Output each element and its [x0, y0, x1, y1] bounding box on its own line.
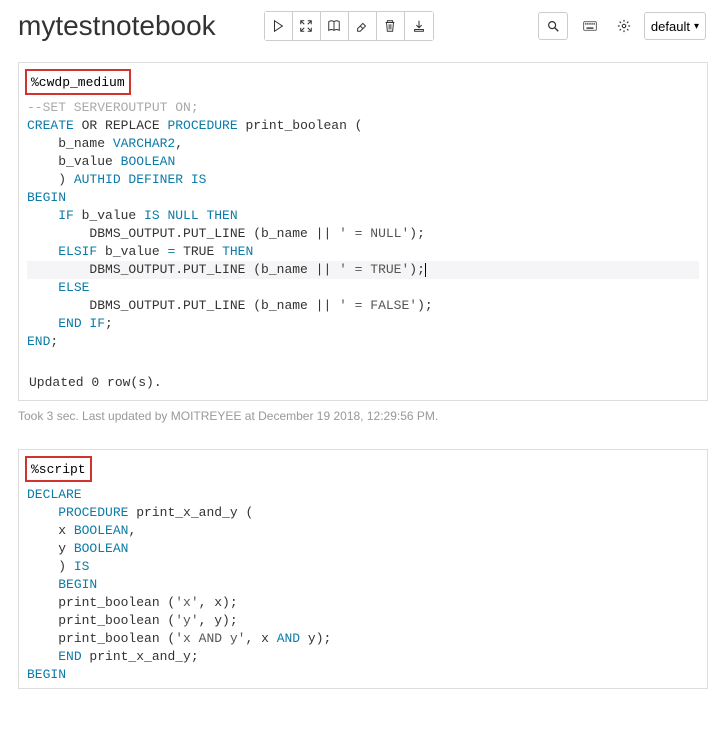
code-line: ) AUTHID DEFINER IS — [27, 171, 699, 189]
notebook-title: mytestnotebook — [18, 10, 216, 42]
code-line: print_boolean ('x', x); — [27, 594, 699, 612]
code-cell-1[interactable]: %cwdp_medium --SET SERVEROUTPUT ON;CREAT… — [18, 62, 708, 401]
keyboard-icon — [583, 19, 597, 33]
mode-dropdown[interactable]: default ▾ — [644, 12, 706, 40]
code-line: DBMS_OUTPUT.PUT_LINE (b_name || ' = FALS… — [27, 297, 699, 315]
code-line: DBMS_OUTPUT.PUT_LINE (b_name || ' = TRUE… — [27, 261, 699, 279]
code-line: IF b_value IS NULL THEN — [27, 207, 699, 225]
search-button[interactable] — [538, 12, 568, 40]
code-line: print_boolean ('x AND y', x AND y); — [27, 630, 699, 648]
code-editor-2[interactable]: DECLARE PROCEDURE print_x_and_y ( x BOOL… — [19, 482, 707, 688]
code-line: ELSE — [27, 279, 699, 297]
right-tool-group: default ▾ — [576, 12, 706, 40]
caret-down-icon: ▾ — [694, 21, 699, 32]
toolbar-execute-group — [264, 11, 434, 41]
code-line: ELSIF b_value = TRUE THEN — [27, 243, 699, 261]
code-editor-1[interactable]: --SET SERVEROUTPUT ON;CREATE OR REPLACE … — [19, 95, 707, 365]
run-button[interactable] — [265, 12, 293, 40]
eraser-icon — [355, 19, 369, 33]
code-line: b_value BOOLEAN — [27, 153, 699, 171]
download-button[interactable] — [405, 12, 433, 40]
collapse-button[interactable] — [293, 12, 321, 40]
eraser-button[interactable] — [349, 12, 377, 40]
code-line: PROCEDURE print_x_and_y ( — [27, 504, 699, 522]
trash-icon — [383, 19, 397, 33]
code-line: BEGIN — [27, 666, 699, 684]
play-icon — [271, 19, 285, 33]
code-line: b_name VARCHAR2, — [27, 135, 699, 153]
code-line: --SET SERVEROUTPUT ON; — [27, 99, 699, 117]
search-icon — [546, 19, 560, 33]
cell-meta-1: Took 3 sec. Last updated by MOITREYEE at… — [0, 401, 718, 439]
code-line: ) IS — [27, 558, 699, 576]
code-cell-2[interactable]: %script DECLARE PROCEDURE print_x_and_y … — [18, 449, 708, 689]
code-line: CREATE OR REPLACE PROCEDURE print_boolea… — [27, 117, 699, 135]
code-line: print_boolean ('y', y); — [27, 612, 699, 630]
code-line: BEGIN — [27, 189, 699, 207]
book-icon — [327, 19, 341, 33]
gear-icon — [617, 19, 631, 33]
code-line: BEGIN — [27, 576, 699, 594]
code-line: DECLARE — [27, 486, 699, 504]
download-icon — [412, 19, 426, 33]
book-button[interactable] — [321, 12, 349, 40]
code-line: END IF; — [27, 315, 699, 333]
code-line: x BOOLEAN, — [27, 522, 699, 540]
dropdown-label: default — [651, 19, 690, 34]
collapse-icon — [299, 19, 313, 33]
code-line: END print_x_and_y; — [27, 648, 699, 666]
keyboard-button[interactable] — [576, 12, 604, 40]
header: mytestnotebook default — [0, 0, 718, 56]
interpreter-directive-1: %cwdp_medium — [25, 69, 131, 95]
code-line: DBMS_OUTPUT.PUT_LINE (b_name || ' = NULL… — [27, 225, 699, 243]
code-line: y BOOLEAN — [27, 540, 699, 558]
trash-button[interactable] — [377, 12, 405, 40]
cell-output-1: Updated 0 row(s). — [19, 365, 707, 400]
interpreter-directive-2: %script — [25, 456, 92, 482]
settings-button[interactable] — [610, 12, 638, 40]
code-line: END; — [27, 333, 699, 351]
